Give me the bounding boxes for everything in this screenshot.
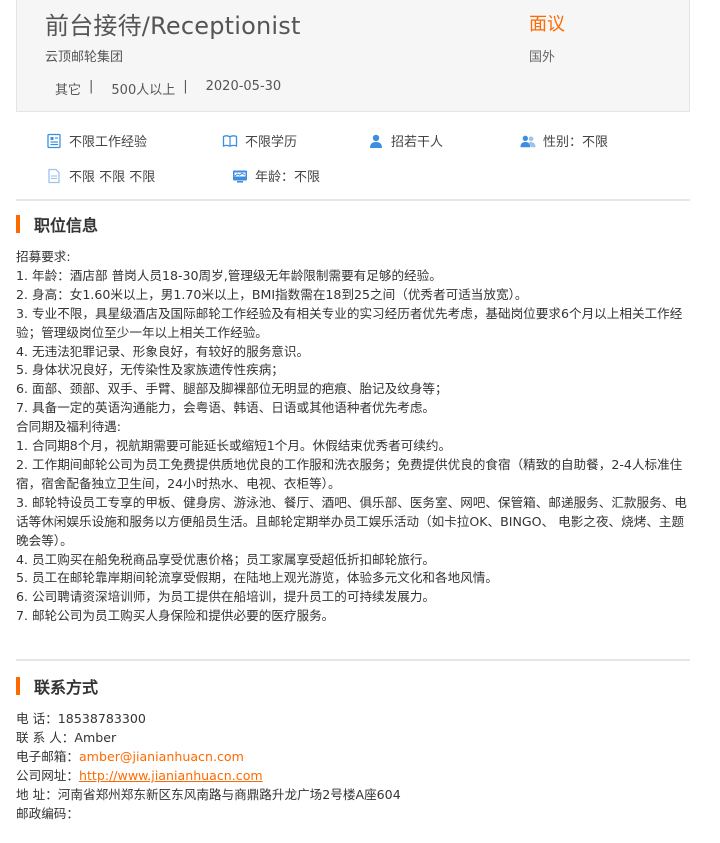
contact-title: 联系方式 bbox=[34, 678, 99, 697]
job-location: 国外 bbox=[529, 50, 556, 65]
person-value: Amber bbox=[74, 730, 117, 745]
email-label: 电子邮箱： bbox=[16, 749, 79, 764]
section-divider bbox=[16, 199, 690, 201]
meta-separator: | bbox=[89, 79, 94, 94]
page-icon bbox=[46, 168, 62, 184]
section-accent-bar bbox=[16, 677, 20, 695]
position-info-header: 职位信息 bbox=[16, 212, 98, 236]
desc-line: 2. 工作期间邮轮公司为员工免费提供质地优良的工作服和洗衣服务；免费提供优良的食… bbox=[16, 456, 683, 491]
meta-company-size: 500人以上 bbox=[111, 83, 176, 98]
contact-address-row: 地 址：河南省郑州郑东新区东风南路与商鼎路升龙广场2号楼A座604 bbox=[16, 785, 686, 804]
person-label: 联 系 人： bbox=[16, 730, 75, 745]
desc-line: 合同期及福利待遇: bbox=[16, 419, 121, 435]
req-experience-label: 不限工作经验 bbox=[69, 135, 148, 150]
req-headcount-label: 招若干人 bbox=[391, 135, 444, 150]
section-accent-bar bbox=[16, 215, 20, 233]
req-experience: 不限工作经验 bbox=[46, 131, 147, 150]
email-link[interactable]: amber@jianianhuacn.com bbox=[79, 749, 244, 764]
req-headcount: 招若干人 bbox=[368, 131, 443, 150]
desc-line: 6. 面部、颈部、双手、手臂、腿部及脚裸部位无明显的疤痕、胎记及纹身等； bbox=[16, 381, 448, 397]
desc-line: 3. 邮轮特设员工专享的甲板、健身房、游泳池、餐厅、酒吧、俱乐部、医务室、网吧、… bbox=[16, 494, 687, 548]
desc-line: 5. 员工在邮轮靠岸期间轮流享受假期，在陆地上观光游览，体验多元文化和各地风情。 bbox=[16, 570, 498, 586]
desc-line: 2. 身高：女1.60米以上，男1.70米以上，BMI指数需在18到25之间（优… bbox=[16, 286, 528, 302]
req-language-label: 不限 不限 不限 bbox=[69, 170, 156, 185]
desc-line: 7. 邮轮公司为员工购买人身保险和提供必要的医疗服务。 bbox=[16, 608, 335, 624]
phone-value: 18538783300 bbox=[57, 711, 146, 726]
contact-website-row: 公司网址：http://www.jianianhuacn.com bbox=[16, 766, 686, 785]
contact-email-row: 电子邮箱：amber@jianianhuacn.com bbox=[16, 747, 686, 766]
book-icon bbox=[222, 133, 238, 149]
salary: 面议 bbox=[529, 14, 565, 35]
desc-line: 7. 具备一定的英语沟通能力，会粤语、韩语、日语或其他语种者优先考虑。 bbox=[16, 400, 436, 416]
job-title: 前台接待/Receptionist bbox=[45, 12, 301, 40]
doc-icon bbox=[46, 133, 62, 149]
website-label: 公司网址： bbox=[16, 768, 79, 783]
job-meta: 其它 | 500人以上 | 2020-05-30 bbox=[55, 79, 281, 98]
desc-line: 4. 员工购买在船免税商品享受优惠价格；员工家属享受超低折扣邮轮旅行。 bbox=[16, 551, 436, 567]
position-description: 招募要求: 1. 年龄：酒店部 普岗人员18-30周岁,管理级无年龄限制需要有足… bbox=[16, 248, 692, 626]
contact-phone-row: 电 话：18538783300 bbox=[16, 709, 686, 728]
req-education-label: 不限学历 bbox=[245, 135, 298, 150]
desc-line: 6. 公司聘请资深培训师，为员工提供在船培训，提升员工的可持续发展力。 bbox=[16, 589, 436, 605]
desc-line: 5. 身体状况良好，无传染性及家族遗传性疾病； bbox=[16, 362, 284, 378]
req-gender-label: 性别：不限 bbox=[543, 135, 609, 150]
company-name[interactable]: 云顶邮轮集团 bbox=[45, 46, 123, 65]
id-card-icon bbox=[232, 168, 248, 184]
desc-line: 3. 专业不限，具星级酒店及国际邮轮工作经验及有相关专业的实习经历者优先考虑，基… bbox=[16, 305, 683, 340]
req-gender: 性别：不限 bbox=[520, 131, 608, 150]
desc-line: 1. 年龄：酒店部 普岗人员18-30周岁,管理级无年龄限制需要有足够的经验。 bbox=[16, 267, 442, 283]
people-icon bbox=[520, 133, 536, 149]
req-language: 不限 不限 不限 bbox=[46, 166, 155, 185]
meta-date: 2020-05-30 bbox=[205, 79, 282, 94]
req-age-label: 年龄：不限 bbox=[255, 170, 321, 185]
website-link[interactable]: http://www.jianianhuacn.com bbox=[79, 768, 263, 783]
position-info-title: 职位信息 bbox=[34, 216, 99, 235]
contact-postcode-row: 邮政编码： bbox=[16, 804, 686, 823]
contact-info: 电 话：18538783300 联 系 人：Amber 电子邮箱：amber@j… bbox=[16, 709, 686, 823]
postcode-label: 邮政编码： bbox=[16, 806, 79, 821]
address-label: 地 址： bbox=[16, 787, 58, 802]
section-divider bbox=[16, 659, 690, 661]
contact-header: 联系方式 bbox=[16, 674, 98, 698]
phone-label: 电 话： bbox=[16, 711, 58, 726]
job-header-card: 前台接待/Receptionist 面议 云顶邮轮集团 国外 其它 | 500人… bbox=[16, 0, 690, 112]
desc-line: 招募要求: bbox=[16, 249, 71, 264]
req-age: 年龄：不限 bbox=[232, 166, 320, 185]
req-education: 不限学历 bbox=[222, 131, 297, 150]
contact-person-row: 联 系 人：Amber bbox=[16, 728, 686, 747]
meta-separator: | bbox=[183, 79, 188, 94]
desc-line: 1. 合同期8个月，视航期需要可能延长或缩短1个月。休假结束优秀者可续约。 bbox=[16, 438, 452, 454]
person-icon bbox=[368, 133, 384, 149]
address-value: 河南省郑州郑东新区东风南路与商鼎路升龙广场2号楼A座604 bbox=[57, 787, 401, 802]
desc-line: 4. 无违法犯罪记录、形象良好，有较好的服务意识。 bbox=[16, 343, 310, 359]
meta-industry: 其它 bbox=[55, 83, 82, 98]
